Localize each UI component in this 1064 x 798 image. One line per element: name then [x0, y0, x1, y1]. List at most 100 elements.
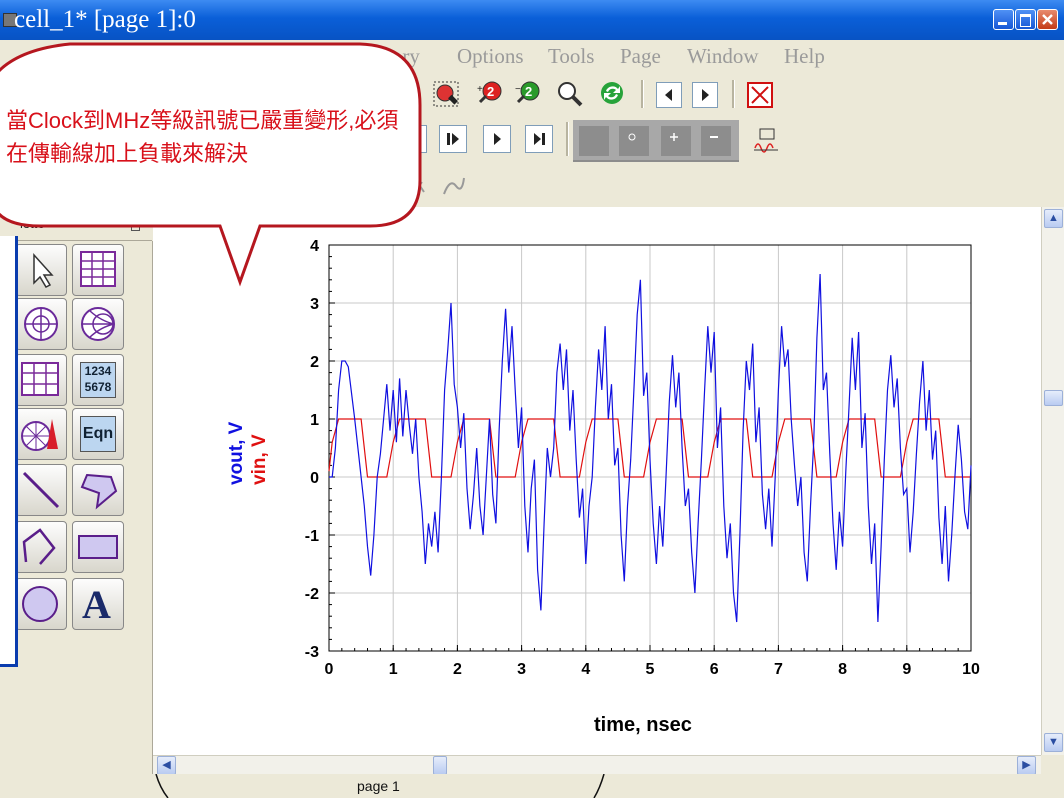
- polar-plot-button[interactable]: [15, 298, 67, 350]
- tabular-data-icon: 1234 5678: [80, 362, 116, 398]
- rectangle-tool-button[interactable]: [72, 521, 124, 573]
- polygon-icon: [80, 473, 118, 510]
- polygon-tool-button[interactable]: [72, 464, 124, 516]
- play-icon: [494, 133, 501, 145]
- svg-text:2: 2: [525, 84, 532, 99]
- circle-marker-icon: [628, 133, 636, 141]
- polyline-tool-button[interactable]: [15, 521, 67, 573]
- smith-chart-icon: [81, 307, 115, 341]
- circle-icon: [22, 586, 58, 622]
- y-tick-label: 1: [310, 412, 319, 429]
- scroll-thumb-horizontal[interactable]: [433, 756, 447, 775]
- stop-icon[interactable]: [746, 81, 774, 109]
- x-tick-label: 2: [453, 661, 462, 678]
- menu-options[interactable]: Options: [457, 44, 524, 69]
- skip-end-button[interactable]: [525, 125, 553, 153]
- scroll-down-button[interactable]: ▼: [1044, 733, 1063, 752]
- callout-text: 當Clock到MHz等級訊號已嚴重變形,必須在傳輸線加上負載來解決: [6, 108, 399, 166]
- menu-page[interactable]: Page: [620, 44, 661, 69]
- triangle-right-icon: [702, 89, 709, 101]
- circle-tool-button[interactable]: [15, 578, 67, 630]
- page-tab-bar: page 1: [0, 774, 1064, 798]
- x-tick-label: 5: [646, 661, 655, 678]
- smith-chart-button[interactable]: [72, 298, 124, 350]
- x-tick-label: 4: [581, 661, 590, 678]
- x-tick-label: 8: [838, 661, 847, 678]
- window-edge: [0, 236, 18, 667]
- x-tick-label: 7: [774, 661, 783, 678]
- minimize-button[interactable]: [993, 9, 1014, 30]
- zoom-icon[interactable]: [556, 80, 584, 108]
- marker-tool-group: [573, 120, 739, 162]
- triangle-left-icon: [665, 89, 672, 101]
- menu-help[interactable]: Help: [784, 44, 825, 69]
- x-axis-label: time, nsec: [594, 714, 692, 736]
- scroll-thumb-vertical[interactable]: [1044, 390, 1063, 406]
- tab-outline: [155, 774, 605, 798]
- horizontal-scrollbar[interactable]: ◀ ▶: [153, 755, 1041, 775]
- maximize-button[interactable]: [1015, 9, 1036, 30]
- tabular-data-button[interactable]: 1234 5678: [72, 354, 124, 406]
- x-tick-label: 9: [902, 661, 911, 678]
- antenna-plot-icon: [21, 419, 58, 451]
- menu-window[interactable]: Window: [687, 44, 758, 69]
- marker-point-button[interactable]: [579, 126, 609, 156]
- plus-marker-icon: [670, 133, 678, 141]
- text-icon: A: [82, 582, 111, 627]
- scroll-left-button[interactable]: ◀: [157, 756, 176, 775]
- x-tick-label: 10: [962, 661, 980, 678]
- line-icon: [22, 471, 60, 509]
- svg-text:+: +: [477, 84, 483, 95]
- text-tool-button[interactable]: A: [72, 578, 124, 630]
- y-tick-label: -2: [305, 586, 319, 603]
- toolbar-separator: [641, 80, 644, 108]
- skip-end-icon: [534, 133, 545, 145]
- stacked-rect-plot-icon: [21, 362, 59, 396]
- page-prev-button[interactable]: [656, 82, 682, 108]
- y-tick-label: 0: [310, 470, 319, 487]
- refresh-icon[interactable]: [598, 79, 626, 107]
- marker-circle-button[interactable]: [619, 126, 649, 156]
- marker-plus-button[interactable]: [661, 126, 691, 156]
- antenna-plot-button[interactable]: [15, 408, 67, 460]
- close-icon: [1042, 14, 1053, 25]
- y-tick-label: 2: [310, 354, 319, 371]
- vertical-scrollbar[interactable]: ▲ ▼: [1041, 207, 1064, 755]
- step-forward-button[interactable]: [439, 125, 467, 153]
- equation-button[interactable]: Eqn: [72, 408, 124, 460]
- stacked-rect-plot-button[interactable]: [15, 354, 67, 406]
- play-button[interactable]: [483, 125, 511, 153]
- scroll-up-button[interactable]: ▲: [1044, 209, 1063, 228]
- page-next-button[interactable]: [692, 82, 718, 108]
- close-button[interactable]: [1037, 9, 1058, 30]
- palette: 1234 5678 Eqn A: [0, 241, 153, 798]
- y-tick-label: -1: [305, 528, 319, 545]
- x-tick-label: 1: [389, 661, 398, 678]
- waveform-icon[interactable]: [752, 126, 780, 154]
- x-tick-label: 0: [325, 661, 334, 678]
- menu-tools[interactable]: Tools: [548, 44, 594, 69]
- y-axis-label-vout: vout, V: [226, 421, 247, 485]
- y-tick-label: -3: [305, 644, 319, 661]
- x-tick-label: 6: [710, 661, 719, 678]
- line-tool-button[interactable]: [15, 464, 67, 516]
- polar-plot-icon: [24, 307, 58, 341]
- svg-text:−: −: [515, 84, 521, 95]
- marker-minus-button[interactable]: [701, 126, 731, 156]
- toolbar-separator: [732, 80, 735, 108]
- y-tick-label: 3: [310, 296, 319, 313]
- zoom-out-2-icon[interactable]: 2−: [514, 80, 542, 108]
- tab-page-1[interactable]: page 1: [357, 778, 400, 794]
- rectangle-icon: [78, 535, 118, 559]
- scroll-right-button[interactable]: ▶: [1017, 756, 1036, 775]
- x-tick-label: 3: [517, 661, 526, 678]
- step-forward-icon: [447, 133, 459, 145]
- y-axis-label-vin: vin, V: [249, 434, 270, 485]
- zoom-in-2-icon[interactable]: 2+: [476, 80, 504, 108]
- toolbar-separator: [566, 122, 569, 156]
- minus-marker-icon: [710, 136, 718, 138]
- equation-icon: Eqn: [80, 416, 116, 452]
- maximize-icon: [1020, 14, 1031, 27]
- svg-text:2: 2: [487, 84, 494, 99]
- curve-icon[interactable]: [440, 172, 468, 200]
